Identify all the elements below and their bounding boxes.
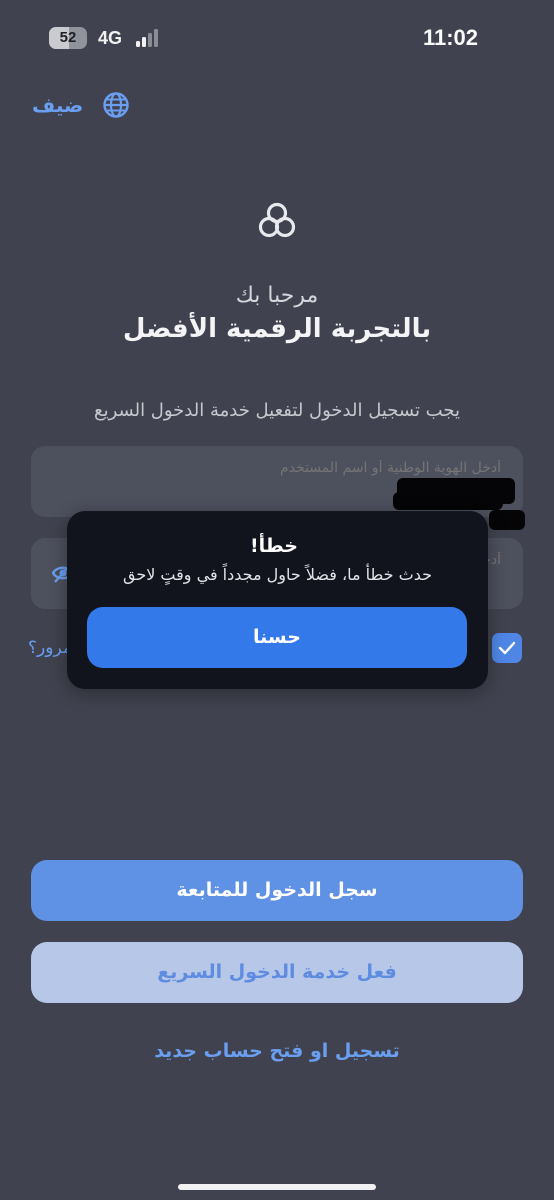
globe-icon[interactable]	[102, 91, 130, 119]
language-toggle-label[interactable]: ضيف	[32, 92, 83, 118]
signal-bar	[154, 29, 158, 47]
checkmark-icon	[498, 641, 516, 655]
signal-bar	[136, 41, 140, 47]
home-indicator[interactable]	[178, 1184, 376, 1190]
error-dialog: خطأ! حدث خطأ ما، فضلاً حاول مجدداً في وق…	[67, 511, 488, 689]
clock: 11:02	[422, 25, 478, 50]
register-link[interactable]: تسجيل او فتح حساب جديد	[0, 1038, 554, 1064]
signal-bar	[142, 37, 146, 47]
headline-text: بالتجربة الرقمية الأفضل	[122, 314, 432, 344]
signal-icon	[136, 29, 162, 47]
dialog-ok-button[interactable]: حسنا	[87, 607, 467, 668]
greeting-text: مرحبا بك	[235, 283, 319, 308]
battery-icon: 52	[49, 27, 87, 49]
battery-level: 52	[59, 29, 77, 46]
remember-me-checkbox[interactable]	[492, 633, 522, 663]
quick-login-button[interactable]: فعل خدمة الدخول السريع	[31, 942, 523, 1003]
dialog-title: خطأ!	[249, 535, 298, 557]
login-screen: 52 4G 11:02 ضيف مرحبا بك بالتجربة الرقمي…	[0, 0, 554, 1200]
status-bar: 52 4G 11:02	[0, 0, 554, 80]
signal-bar	[148, 33, 152, 47]
login-button[interactable]: سجل الدخول للمتابعة	[31, 860, 523, 921]
dialog-message: حدث خطأ ما، فضلاً حاول مجدداً في وقتٍ لا…	[122, 565, 433, 584]
instruction-text: يجب تسجيل الدخول لتفعيل خدمة الدخول السر…	[94, 400, 460, 421]
network-type: 4G	[98, 28, 123, 48]
app-logo-icon	[258, 202, 296, 238]
